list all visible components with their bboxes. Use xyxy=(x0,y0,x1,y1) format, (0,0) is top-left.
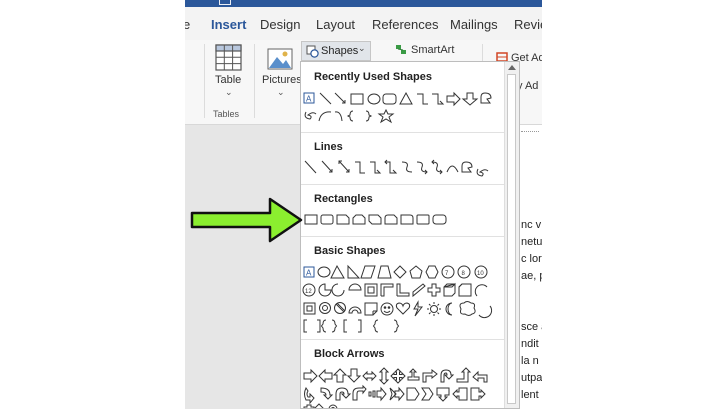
table-icon[interactable] xyxy=(215,44,242,71)
doc-line: nc v xyxy=(521,219,542,231)
my-addins-button[interactable]: y Ad xyxy=(517,80,538,92)
svg-text:8: 8 xyxy=(462,271,466,277)
green-arrow-pointer xyxy=(190,197,303,243)
svg-text:12: 12 xyxy=(305,289,312,295)
section-header-basic: Basic Shapes xyxy=(314,245,386,257)
shapes-button-label: Shapes xyxy=(321,45,359,57)
doc-line: ndit xyxy=(521,338,539,350)
section-header-rectangles: Rectangles xyxy=(314,193,373,205)
pictures-icon[interactable] xyxy=(267,48,293,70)
group-separator xyxy=(204,44,205,118)
doc-line: c lor xyxy=(521,253,542,265)
basic-shapes-grid[interactable]: A 7 8 10 12 xyxy=(301,263,506,335)
pictures-button[interactable]: Pictures xyxy=(262,74,302,86)
shapes-chevron-icon: ⌄ xyxy=(358,43,366,53)
tab-mailings[interactable]: Mailings xyxy=(450,17,498,32)
table-chevron-icon[interactable]: ⌄ xyxy=(225,87,233,98)
table-button[interactable]: Table xyxy=(215,74,241,86)
svg-text:10: 10 xyxy=(477,271,484,277)
scrollbar-thumb[interactable] xyxy=(507,74,516,404)
group-separator xyxy=(254,44,255,118)
doc-line: netu xyxy=(521,236,542,248)
section-header-recent: Recently Used Shapes xyxy=(314,71,432,83)
doc-line: ae, p xyxy=(521,270,542,282)
doc-line: lent xyxy=(521,389,539,401)
svg-text:7: 7 xyxy=(445,271,449,277)
svg-text:A: A xyxy=(306,95,312,104)
pictures-chevron-icon[interactable]: ⌄ xyxy=(277,87,285,98)
textbox-shape: A xyxy=(303,92,315,104)
tab-home-partial[interactable]: e xyxy=(185,17,190,32)
block-arrows-grid[interactable] xyxy=(301,366,506,409)
shapes-dropdown: Recently Used Shapes A Lines Rectangles … xyxy=(300,61,520,409)
tab-references[interactable]: References xyxy=(372,17,438,32)
tables-group-label: Tables xyxy=(213,109,240,119)
tab-review[interactable]: Revie xyxy=(514,17,542,32)
title-bar xyxy=(185,0,542,7)
recent-shapes-grid[interactable]: A xyxy=(301,89,506,125)
section-header-lines: Lines xyxy=(314,141,343,153)
smartart-button[interactable]: SmartArt xyxy=(411,44,454,56)
section-divider xyxy=(301,236,505,237)
section-divider xyxy=(301,184,505,185)
section-divider xyxy=(301,132,505,133)
shapes-button[interactable]: Shapes ⌄ xyxy=(301,41,371,61)
undo-icon[interactable] xyxy=(247,0,257,4)
doc-line: sce a xyxy=(521,321,542,333)
tab-insert[interactable]: Insert xyxy=(211,17,246,32)
rectangles-grid[interactable] xyxy=(301,210,506,230)
doc-line: utpa xyxy=(521,372,542,384)
shapes-icon xyxy=(306,45,319,58)
section-header-block-arrows: Block Arrows xyxy=(314,348,385,360)
save-icon[interactable] xyxy=(219,0,231,5)
ribbon-tabs: e Insert Design Layout References Mailin… xyxy=(185,7,542,44)
doc-line: la n xyxy=(521,355,539,367)
smartart-icon[interactable] xyxy=(395,44,409,56)
scroll-up-icon[interactable] xyxy=(508,65,516,70)
tab-design[interactable]: Design xyxy=(260,17,300,32)
dropdown-scrollbar[interactable] xyxy=(504,62,519,408)
svg-text:A: A xyxy=(306,269,312,278)
section-divider xyxy=(301,339,505,340)
tab-layout[interactable]: Layout xyxy=(316,17,355,32)
ruler-marks xyxy=(521,131,539,133)
lines-grid[interactable] xyxy=(301,158,506,180)
document-background xyxy=(185,125,300,409)
